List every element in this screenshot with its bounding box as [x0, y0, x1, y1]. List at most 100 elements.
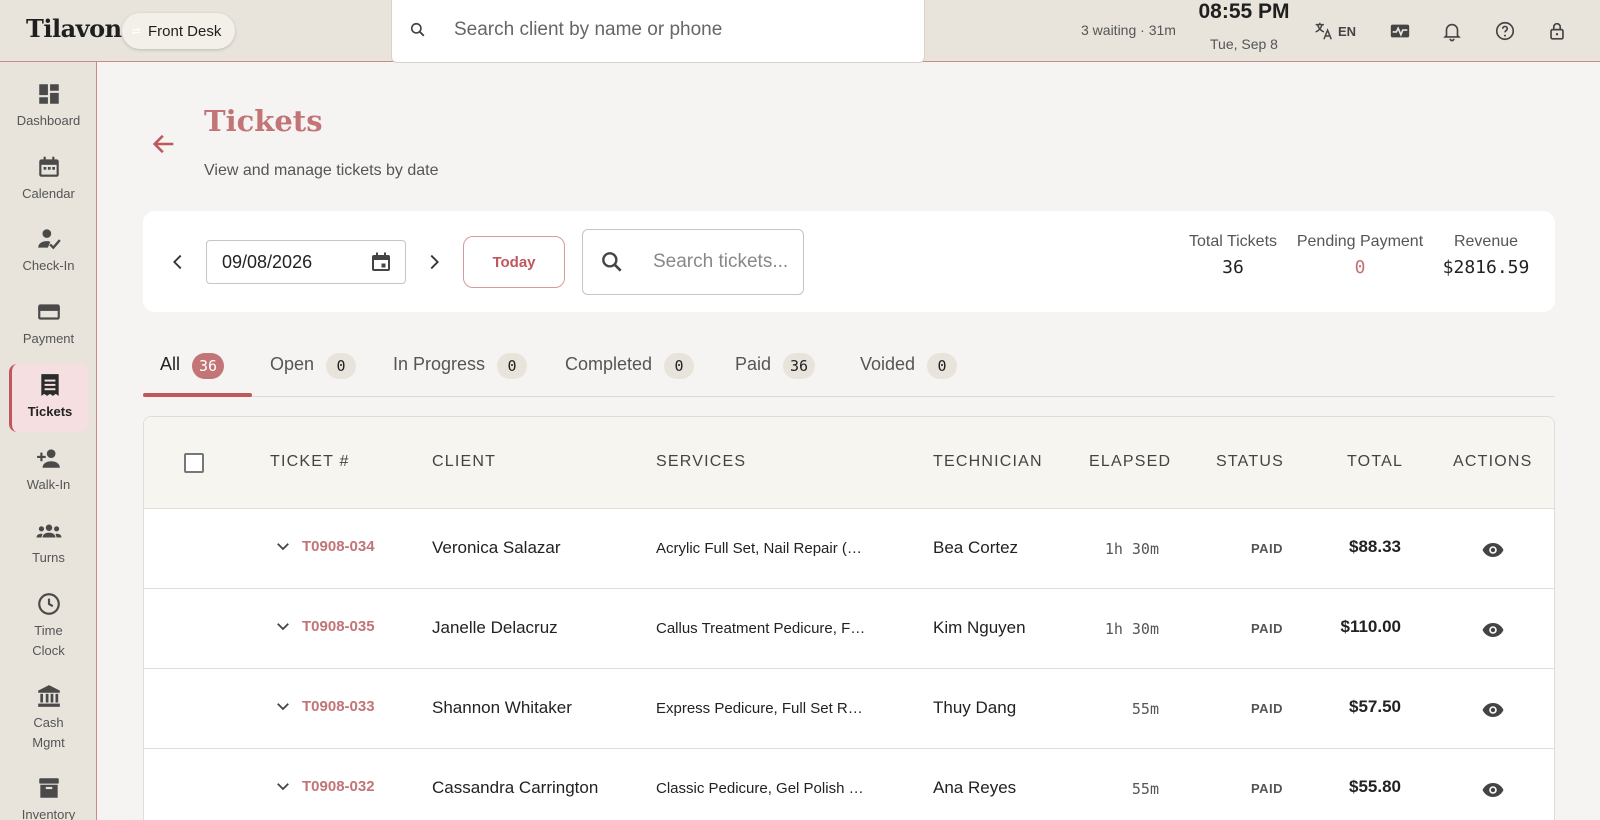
stat-label: Revenue: [1453, 233, 1519, 250]
column-header[interactable]: ELAPSED: [1089, 453, 1171, 471]
sidebar-item-dashboard[interactable]: Dashboard: [9, 73, 88, 141]
ticket-number[interactable]: T0908-035: [274, 617, 375, 635]
chevron-down-icon[interactable]: [274, 697, 292, 715]
column-header[interactable]: SERVICES: [656, 453, 746, 471]
tab-in-progress[interactable]: In Progress 0: [393, 340, 528, 397]
services-list: Express Pedicure, Full Set R…: [656, 700, 863, 717]
tab-paid[interactable]: Paid 36: [735, 340, 816, 397]
sidebar-item-inventory[interactable]: Inventory: [9, 767, 88, 820]
language-button[interactable]: EN: [1312, 20, 1356, 42]
sidebar-item-label: Cash Mgmt: [32, 715, 65, 750]
ticket-id: T0908-032: [302, 777, 375, 795]
calendar-icon: [38, 156, 59, 177]
view-icon[interactable]: [1481, 698, 1505, 722]
clock-time: 08:55 PM: [1198, 0, 1290, 23]
ticket-toolbar: 09/08/2026 Today Search tickets... Total…: [143, 211, 1555, 312]
stat-label: Total Tickets: [1188, 233, 1278, 250]
services-list: Classic Pedicure, Gel Polish …: [656, 780, 864, 797]
ticket-id: T0908-035: [302, 617, 375, 635]
column-header[interactable]: TECHNICIAN: [933, 453, 1043, 471]
date-picker-input[interactable]: 09/08/2026: [206, 240, 406, 284]
today-button[interactable]: Today: [463, 236, 565, 288]
tab-count-badge: 0: [927, 353, 958, 379]
technician-name: Thuy Dang: [933, 698, 1017, 717]
ticket-number[interactable]: T0908-034: [274, 537, 375, 555]
swap-icon: ⇄: [132, 25, 141, 37]
sidebar-item-payment[interactable]: Payment: [9, 291, 88, 359]
select-all-checkbox[interactable]: [184, 453, 204, 473]
column-header[interactable]: TOTAL: [1347, 453, 1403, 471]
check-in-icon: [37, 229, 61, 250]
tab-count-badge: 36: [783, 353, 816, 379]
column-header[interactable]: TICKET #: [270, 453, 350, 471]
ticket-search-placeholder: Search tickets...: [653, 251, 789, 272]
bell-icon[interactable]: [1441, 20, 1463, 42]
sidebar-item-time-clock[interactable]: Time Clock: [9, 583, 88, 671]
stat-label: Pending Payment: [1296, 233, 1424, 250]
date-value: 09/08/2026: [222, 251, 313, 272]
table-row[interactable]: T0908-033 Shannon Whitaker Express Pedic…: [144, 669, 1554, 749]
client-name: Janelle Delacruz: [432, 618, 558, 637]
elapsed-time: 55m: [1131, 780, 1159, 798]
column-header[interactable]: CLIENT: [432, 453, 496, 471]
help-icon[interactable]: [1494, 20, 1516, 42]
table-row[interactable]: T0908-034 Veronica Salazar Acrylic Full …: [144, 509, 1554, 589]
sidebar-item-check-in[interactable]: Check-In: [9, 218, 88, 286]
table-row[interactable]: T0908-032 Cassandra Carrington Classic P…: [144, 749, 1554, 820]
client-search-placeholder: Search client by name or phone: [454, 19, 723, 40]
chevron-down-icon[interactable]: [274, 777, 292, 795]
status-badge: PAID: [1250, 621, 1284, 636]
tab-open[interactable]: Open 0: [270, 340, 357, 397]
activity-icon[interactable]: [1389, 20, 1411, 42]
prev-date-button[interactable]: [167, 251, 189, 273]
stat-total-tickets: Total Tickets 36: [1181, 233, 1285, 278]
column-header[interactable]: STATUS: [1216, 453, 1284, 471]
brand-logo[interactable]: Tilavon: [26, 14, 122, 43]
next-date-button[interactable]: [423, 251, 445, 273]
view-icon[interactable]: [1481, 618, 1505, 642]
person-add-icon: [36, 449, 60, 468]
elapsed-time: 55m: [1131, 700, 1159, 718]
client-name: Veronica Salazar: [432, 538, 561, 557]
back-arrow-icon[interactable]: [150, 130, 178, 158]
ticket-search-input[interactable]: Search tickets...: [582, 229, 804, 295]
sidebar-item-label: Tickets: [27, 404, 73, 419]
tab-voided[interactable]: Voided 0: [860, 340, 958, 397]
ticket-number[interactable]: T0908-032: [274, 777, 375, 795]
clock-icon: [37, 593, 60, 615]
client-name: Shannon Whitaker: [432, 698, 572, 717]
tickets-table: TICKET # CLIENT SERVICES TECHNICIAN ELAP…: [143, 416, 1555, 820]
sidebar-item-cash-mgmt[interactable]: Cash Mgmt: [9, 675, 88, 763]
tab-all[interactable]: All 36: [160, 340, 225, 397]
calendar-picker-icon[interactable]: [369, 250, 393, 274]
stat-value: 0: [1354, 257, 1366, 278]
lock-icon[interactable]: [1546, 20, 1568, 42]
tab-label: In Progress: [393, 354, 486, 374]
view-icon[interactable]: [1481, 778, 1505, 802]
status-badge: PAID: [1250, 541, 1284, 556]
translate-icon: [1315, 22, 1332, 40]
chevron-down-icon[interactable]: [274, 537, 292, 555]
sidebar-item-label: Inventory: [21, 807, 76, 820]
client-search-input[interactable]: Search client by name or phone: [391, 0, 925, 63]
page-title: Tickets: [204, 104, 323, 138]
active-tab-indicator: [143, 393, 252, 397]
technician-name: Kim Nguyen: [933, 618, 1026, 637]
tab-completed[interactable]: Completed 0: [565, 340, 695, 397]
sidebar-item-tickets[interactable]: Tickets: [9, 364, 88, 432]
ticket-number[interactable]: T0908-033: [274, 697, 375, 715]
view-icon[interactable]: [1481, 538, 1505, 562]
role-switcher-button[interactable]: ⇄ Front Desk: [122, 13, 235, 49]
sidebar-item-label: Walk-In: [26, 477, 71, 492]
sidebar-item-turns[interactable]: Turns: [9, 510, 88, 578]
sidebar-item-calendar[interactable]: Calendar: [9, 146, 88, 214]
chevron-down-icon[interactable]: [274, 617, 292, 635]
technician-name: Ana Reyes: [933, 778, 1017, 797]
stat-value: 36: [1222, 257, 1244, 278]
column-header: ACTIONS: [1453, 453, 1533, 470]
waiting-status[interactable]: 3 waiting · 31m: [1081, 22, 1176, 38]
ticket-total: $57.50: [1349, 697, 1401, 716]
sidebar-item-label: Dashboard: [16, 113, 81, 128]
sidebar-item-walk-in[interactable]: Walk-In: [9, 437, 88, 505]
table-row[interactable]: T0908-035 Janelle Delacruz Callus Treatm…: [144, 589, 1554, 669]
